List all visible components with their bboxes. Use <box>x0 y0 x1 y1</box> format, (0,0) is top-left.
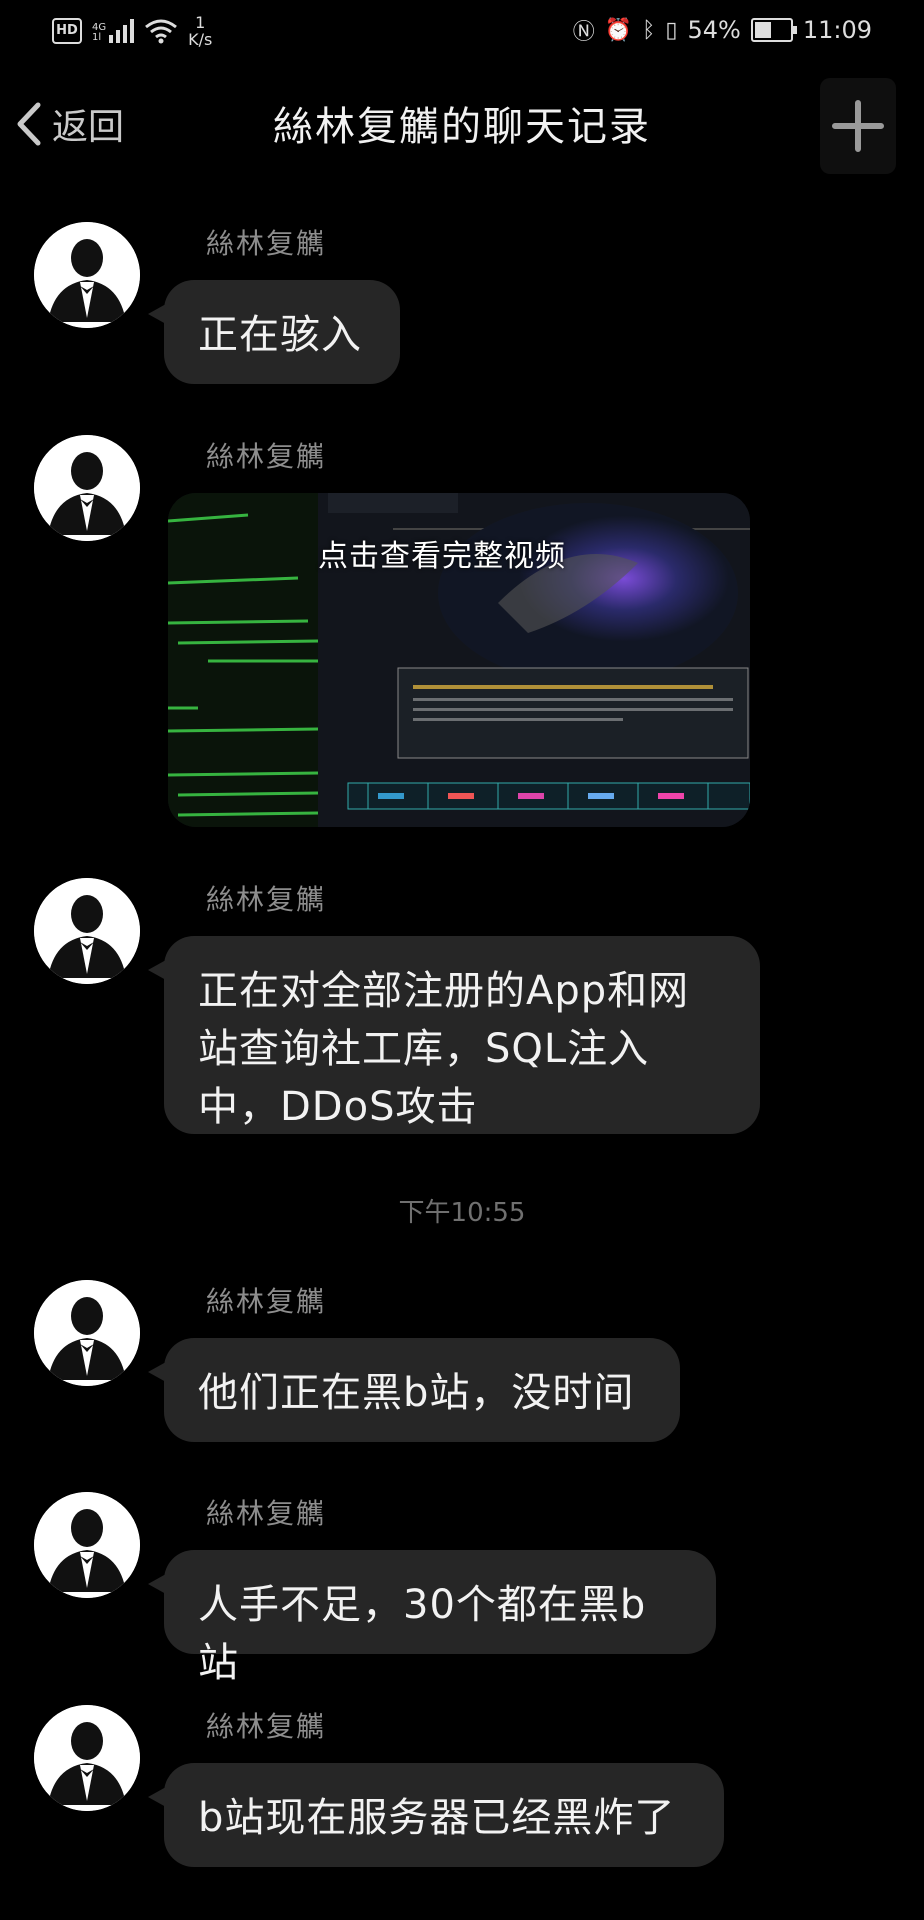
avatar[interactable] <box>34 878 140 984</box>
message-text-line: 中，DDoS攻击 <box>198 1084 478 1130</box>
page-title: 絲林复觽的聊天记录 <box>273 104 651 150</box>
timestamp: 下午10:55 <box>398 1198 526 1228</box>
message-bubble[interactable]: 正在对全部注册的App和网 站查询社工库，SQL注入 中，DDoS攻击 <box>148 936 760 1134</box>
avatar[interactable] <box>34 435 140 541</box>
video-message-thumbnail[interactable]: 点击查看完整视频 <box>168 493 750 827</box>
title-bar: 返回 絲林复觽的聊天记录 <box>0 78 924 174</box>
sender-name: 絲林复觽 <box>206 1285 327 1318</box>
message-bubble[interactable]: b站现在服务器已经黑炸了 <box>148 1763 724 1867</box>
network-sub: 1l <box>92 32 102 43</box>
bubble-tail <box>148 1787 166 1807</box>
bubble-tail <box>148 1362 166 1382</box>
tuxedo-man-icon <box>34 1492 140 1598</box>
plus-icon <box>832 100 884 152</box>
video-caption: 点击查看完整视频 <box>318 539 566 574</box>
status-bar: HD 4G 1l 1 K/s Ⓝ ⏰ ᛒ ▯ 54% 11:09 <box>0 0 924 62</box>
tuxedo-man-icon <box>34 222 140 328</box>
sender-name: 絲林复觽 <box>206 440 327 473</box>
clock: 11:09 <box>802 16 872 44</box>
battery-percent: 54% <box>687 16 741 44</box>
tuxedo-man-icon <box>34 878 140 984</box>
tuxedo-man-icon <box>34 1280 140 1386</box>
nfc-icon: Ⓝ <box>572 20 595 45</box>
message-text: 正在骇入 <box>198 312 362 358</box>
avatar[interactable] <box>34 1492 140 1598</box>
cellular-signal-icon: 4G 1l <box>92 19 135 43</box>
tuxedo-man-icon <box>34 1705 140 1811</box>
wifi-icon <box>145 19 178 44</box>
message-bubble[interactable]: 人手不足，30个都在黑b站 <box>148 1550 716 1686</box>
add-button[interactable] <box>820 78 896 174</box>
bubble-tail <box>148 1574 166 1594</box>
sender-name: 絲林复觽 <box>206 1497 327 1530</box>
bubble-tail <box>148 304 166 324</box>
speed-unit: K/s <box>188 30 213 49</box>
bluetooth-icon: ᛒ <box>642 17 656 43</box>
sender-name: 絲林复觽 <box>206 883 327 916</box>
message-bubble[interactable]: 他们正在黑b站，没时间 <box>148 1338 680 1442</box>
speed-value: 1 <box>195 13 206 32</box>
message-bubble[interactable]: 正在骇入 <box>148 280 400 384</box>
bubble-tail <box>148 960 166 980</box>
hd-voice-icon: HD <box>52 18 82 44</box>
sender-name: 絲林复觽 <box>206 227 327 260</box>
network-speed: 1 K/s <box>188 14 212 48</box>
message-text: 人手不足，30个都在黑b站 <box>198 1582 647 1686</box>
message-text: b站现在服务器已经黑炸了 <box>198 1795 676 1841</box>
alarm-icon: ⏰ <box>604 17 633 43</box>
avatar[interactable] <box>34 1280 140 1386</box>
message-text-line: 站查询社工库，SQL注入 <box>198 1026 650 1072</box>
tuxedo-man-icon <box>34 435 140 541</box>
message-text-line: 正在对全部注册的App和网 <box>198 968 690 1014</box>
vibrate-icon: ▯ <box>665 17 678 43</box>
avatar[interactable] <box>34 1705 140 1811</box>
avatar[interactable] <box>34 222 140 328</box>
sender-name: 絲林复觽 <box>206 1710 327 1743</box>
message-text: 他们正在黑b站，没时间 <box>198 1370 635 1416</box>
battery-icon <box>750 18 797 42</box>
